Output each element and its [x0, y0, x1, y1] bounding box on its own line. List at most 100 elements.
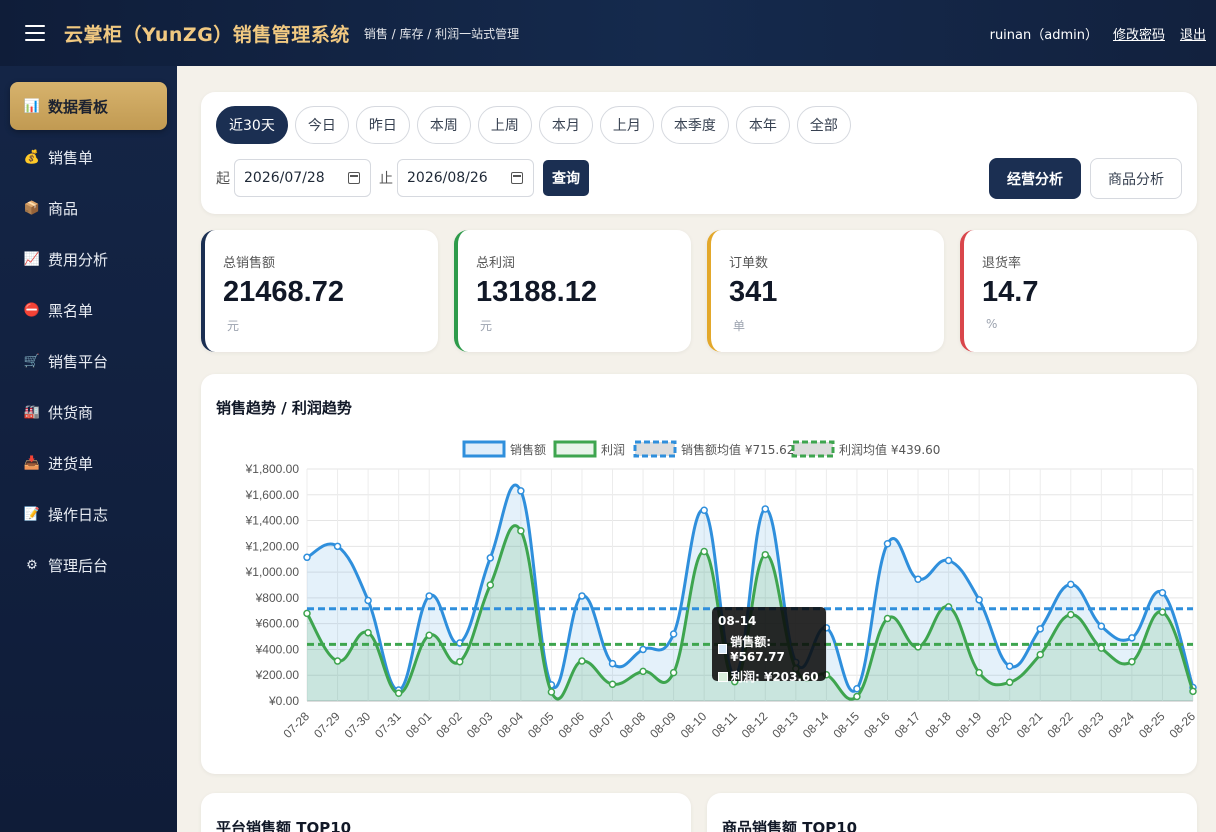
data-point	[547, 688, 556, 696]
legend-swatch-3	[791, 440, 835, 458]
x-tick-label: 08-17	[892, 709, 924, 741]
data-point	[578, 657, 586, 665]
trend-chart[interactable]: ¥1,800.00 ¥1,600.00 ¥1,400.00 ¥1,200.00 ¥1,0…	[201, 374, 1197, 774]
sidebar-item-label: 费用分析	[48, 250, 109, 269]
data-point	[853, 685, 861, 693]
start-date-label: 起	[216, 171, 230, 187]
sidebar: 📊 数据看板 💰 销售单 📦 商品 📈 费用分析 ⛔ 黑名单 🛒 销售平台 🏭 供货商 📥 进货单 📝 操作日志 ⚙…	[0, 66, 177, 832]
calendar-icon[interactable]	[511, 172, 523, 184]
sidebar-item-1[interactable]: 💰 销售单	[10, 133, 167, 181]
range-chip-7[interactable]: 本季度	[660, 106, 729, 144]
sidebar-item-label: 供货商	[48, 403, 94, 422]
tooltip-date: 08-14	[718, 614, 757, 628]
data-point	[303, 609, 311, 618]
x-tick-label: 08-14	[800, 709, 832, 741]
data-point	[364, 596, 372, 605]
data-point	[1067, 580, 1075, 589]
sidebar-item-0[interactable]: 📊 数据看板	[10, 82, 167, 130]
data-point	[944, 556, 953, 565]
data-point	[425, 631, 433, 640]
sidebar-item-label: 进货单	[48, 454, 94, 473]
data-point	[639, 645, 647, 654]
kpi-unit: 元	[480, 319, 493, 333]
legend-swatch-2	[633, 440, 677, 458]
data-point	[639, 667, 647, 676]
range-chip-8[interactable]: 本年	[735, 106, 790, 144]
data-point	[1067, 610, 1075, 619]
product-analysis-button[interactable]: 商品分析	[1090, 158, 1182, 199]
data-point	[1097, 644, 1106, 652]
range-chip-5[interactable]: 本月	[538, 106, 593, 144]
range-chip-9[interactable]: 全部	[796, 106, 851, 144]
range-chip-3[interactable]: 本周	[416, 106, 471, 144]
kpi-label: 总利润	[476, 256, 516, 271]
calendar-icon[interactable]	[348, 172, 360, 184]
sidebar-item-label: 销售单	[48, 148, 94, 167]
x-tick-label: 08-12	[739, 709, 771, 741]
start-date-value: 2026/07/28	[244, 170, 325, 186]
x-tick-label: 08-16	[861, 709, 893, 741]
data-point	[1036, 625, 1044, 633]
y-tick-label: ¥0.00	[268, 694, 299, 708]
x-tick-label: 08-07	[586, 709, 618, 741]
sidebar-item-9[interactable]: ⚙ 管理后台	[10, 541, 167, 589]
sidebar-item-4[interactable]: ⛔ 黑名单	[10, 286, 167, 334]
kpi-unit: 元	[227, 319, 240, 333]
x-tick-label: 08-09	[647, 709, 679, 741]
data-point	[1097, 622, 1106, 630]
data-point	[1189, 687, 1197, 696]
range-chip-6[interactable]: 上月	[599, 106, 654, 144]
app-subtitle: 销售 / 库存 / 利润一站式管理	[363, 26, 520, 41]
sidebar-item-8[interactable]: 📝 操作日志	[10, 490, 167, 538]
end-date-input[interactable]: 2026/08/26	[397, 159, 534, 197]
y-tick-label: ¥1,200.00	[245, 539, 300, 553]
sidebar-item-label: 管理后台	[48, 556, 109, 575]
x-tick-label: 08-05	[525, 709, 557, 741]
data-point	[700, 547, 708, 556]
range-chip-1[interactable]: 今日	[294, 106, 349, 144]
y-tick-label: ¥1,800.00	[245, 462, 300, 476]
data-point	[1036, 650, 1044, 659]
x-tick-label: 08-08	[617, 709, 649, 741]
kpi-label: 总销售额	[223, 256, 276, 271]
data-point	[761, 550, 770, 559]
data-point	[1005, 678, 1014, 687]
tooltip-profit-row: 利润: ¥203.60	[718, 668, 820, 685]
x-tick-label: 08-04	[494, 709, 526, 741]
end-date-label: 止	[379, 171, 393, 187]
kpi-label: 退货率	[982, 256, 1022, 271]
sidebar-item-6[interactable]: 🏭 供货商	[10, 388, 167, 436]
no-entry-icon: ⛔	[23, 302, 41, 318]
data-point	[975, 596, 983, 604]
main-content: 近30天 今日 昨日 本周 上周 本月 上月 本季度 本年 全部 起 2026/07/28 止 2…	[177, 66, 1216, 832]
kpi-label: 订单数	[729, 256, 769, 271]
factory-icon: 🏭	[23, 404, 41, 420]
sidebar-item-5[interactable]: 🛒 销售平台	[10, 337, 167, 385]
x-tick-label: 08-19	[953, 709, 985, 741]
kpi-card-3: 退货率 14.7%	[960, 230, 1197, 352]
y-tick-label: ¥200.00	[255, 668, 300, 682]
query-button[interactable]: 查询	[543, 160, 589, 196]
logout-link[interactable]: 退出	[1180, 24, 1206, 43]
sidebar-item-2[interactable]: 📦 商品	[10, 184, 167, 232]
sidebar-item-3[interactable]: 📈 费用分析	[10, 235, 167, 283]
range-chip-0[interactable]: 近30天	[216, 106, 288, 144]
hamburger-menu-icon[interactable]	[25, 25, 45, 41]
data-point	[394, 689, 403, 698]
x-tick-label: 08-18	[922, 709, 954, 741]
data-point	[456, 657, 464, 666]
sidebar-item-label: 数据看板	[48, 97, 109, 116]
business-analysis-button[interactable]: 经营分析	[989, 158, 1081, 199]
top-bar: 云掌柜（YunZG）销售管理系统 销售 / 库存 / 利润一站式管理 ruina…	[0, 0, 1216, 66]
profit-swatch-icon	[718, 671, 728, 682]
date-range-chips: 近30天 今日 昨日 本周 上周 本月 上月 本季度 本年 全部	[216, 106, 851, 144]
date-range-row: 起 2026/07/28 止 2026/08/26 查询	[216, 159, 589, 197]
legend-label-3: 利润均值 ¥439.60	[839, 442, 940, 457]
range-chip-2[interactable]: 昨日	[355, 106, 410, 144]
change-password-link[interactable]: 修改密码	[1113, 24, 1165, 43]
start-date-input[interactable]: 2026/07/28	[234, 159, 371, 197]
data-point	[425, 592, 433, 600]
sidebar-item-7[interactable]: 📥 进货单	[10, 439, 167, 487]
range-chip-4[interactable]: 上周	[477, 106, 532, 144]
legend-label-2: 销售额均值 ¥715.62	[681, 442, 794, 457]
